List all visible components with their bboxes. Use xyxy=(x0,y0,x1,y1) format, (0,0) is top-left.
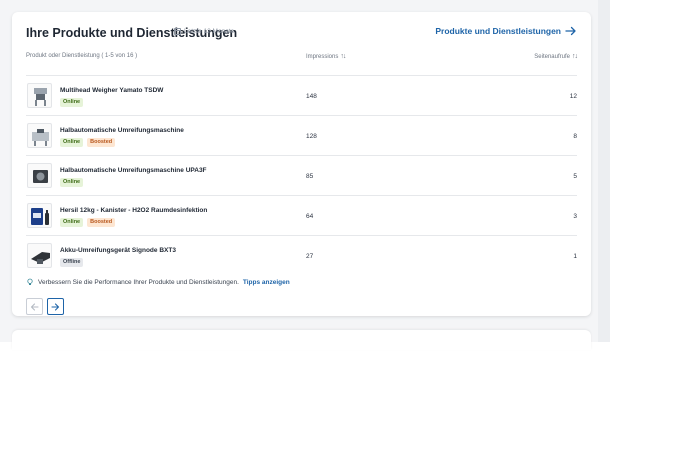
product-name[interactable]: Halbautomatische Umreifungsmaschine UPA3… xyxy=(60,167,207,174)
product-thumbnail[interactable] xyxy=(27,123,52,148)
period-text: Letzte 12 Monate xyxy=(184,28,235,35)
right-scroll-strip xyxy=(598,0,610,342)
product-name[interactable]: Akku-Umreifungsgerät Signode BXT3 xyxy=(60,247,176,254)
product-thumbnail[interactable] xyxy=(27,203,52,228)
table-row[interactable]: Akku-Umreifungsgerät Signode BXT3 Offlin… xyxy=(26,235,577,275)
arrow-right-icon xyxy=(51,298,60,316)
boosted-badge: Boosted xyxy=(87,138,116,147)
products-link-label[interactable]: Produkte und Dienstleistungen xyxy=(435,26,561,36)
performance-tip: Verbessern Sie die Performance Ihrer Pro… xyxy=(26,278,290,286)
tip-text: Verbessern Sie die Performance Ihrer Pro… xyxy=(38,278,239,286)
sort-icon[interactable]: ↑↓ xyxy=(572,53,578,60)
status-badges: Online Boosted xyxy=(60,138,116,147)
status-badges: Online xyxy=(60,178,84,187)
pageviews-value: 12 xyxy=(569,93,577,100)
next-page-button[interactable] xyxy=(47,298,64,315)
table-row[interactable]: Multihead Weigher Yamato TSDW Online 148… xyxy=(26,75,577,115)
impressions-value: 27 xyxy=(306,253,314,260)
tips-link[interactable]: Tipps anzeigen xyxy=(243,279,290,286)
pageviews-value: 1 xyxy=(573,253,577,260)
status-badge: Online xyxy=(60,138,84,147)
col-pageviews-header[interactable]: Seitenaufrufe ↑↓ xyxy=(534,53,578,60)
prev-page-button[interactable] xyxy=(26,298,43,315)
arrow-right-icon xyxy=(565,26,577,36)
status-badges: Online Boosted xyxy=(60,218,116,227)
product-thumbnail[interactable] xyxy=(27,83,52,108)
secondary-card xyxy=(12,330,591,350)
table-row[interactable]: Hersil 12kg - Kanister - H2O2 Raumdesinf… xyxy=(26,195,577,235)
period-label: Letzte 12 Monate xyxy=(174,28,234,35)
impressions-value: 85 xyxy=(306,173,314,180)
pageviews-value: 3 xyxy=(573,213,577,220)
products-link[interactable]: Produkte und Dienstleistungen xyxy=(435,26,577,36)
table-row[interactable]: Halbautomatische Umreifungsmaschine UPA3… xyxy=(26,155,577,195)
result-count: ( 1-5 von 16 ) xyxy=(101,53,138,59)
calendar-icon xyxy=(174,28,181,35)
status-badges: Online xyxy=(60,98,84,107)
product-name[interactable]: Halbautomatische Umreifungsmaschine xyxy=(60,127,184,134)
status-badge: Online xyxy=(60,98,84,107)
impressions-value: 148 xyxy=(306,93,317,100)
status-badge: Online xyxy=(60,178,84,187)
impressions-value: 64 xyxy=(306,213,314,220)
product-thumbnail[interactable] xyxy=(27,243,52,268)
pageviews-value: 8 xyxy=(573,133,577,140)
table-header: Produkt oder Dienstleistung ( 1-5 von 16… xyxy=(26,52,578,66)
table-row[interactable]: Halbautomatische Umreifungsmaschine Onli… xyxy=(26,115,577,155)
boosted-badge: Boosted xyxy=(87,218,116,227)
impressions-value: 128 xyxy=(306,133,317,140)
col-product-label: Produkt oder Dienstleistung xyxy=(26,53,100,59)
status-badge: Offline xyxy=(60,258,84,267)
pagination xyxy=(26,298,64,315)
col-impressions-label[interactable]: Impressions xyxy=(306,54,338,60)
status-badge: Online xyxy=(60,218,84,227)
product-list: Multihead Weigher Yamato TSDW Online 148… xyxy=(26,75,577,275)
product-thumbnail[interactable] xyxy=(27,163,52,188)
col-product-header: Produkt oder Dienstleistung ( 1-5 von 16… xyxy=(26,53,137,59)
col-pageviews-label[interactable]: Seitenaufrufe xyxy=(534,54,570,60)
col-impressions-header[interactable]: Impressions ↑↓ xyxy=(306,53,346,60)
product-name[interactable]: Hersil 12kg - Kanister - H2O2 Raumdesinf… xyxy=(60,207,207,214)
arrow-left-icon xyxy=(30,298,39,316)
sort-icon[interactable]: ↑↓ xyxy=(340,53,346,60)
product-name[interactable]: Multihead Weigher Yamato TSDW xyxy=(60,87,163,94)
status-badges: Offline xyxy=(60,258,84,267)
lightbulb-icon xyxy=(26,278,34,286)
products-card: Ihre Produkte und Dienstleistungen Letzt… xyxy=(12,12,591,316)
pageviews-value: 5 xyxy=(573,173,577,180)
